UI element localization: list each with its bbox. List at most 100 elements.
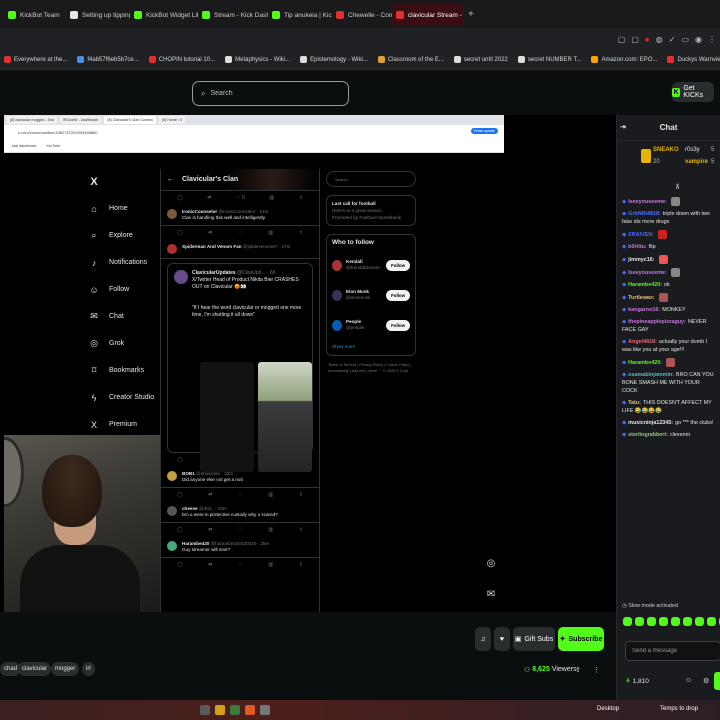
chat-username[interactable]: jimmyc16:	[628, 257, 654, 263]
emote[interactable]	[623, 617, 632, 626]
search-icon: ⌕	[91, 230, 97, 240]
chat-username[interactable]: musicninja12345:	[628, 420, 673, 426]
subscribe-button[interactable]: ✦ Subscribe	[558, 627, 604, 651]
tweet-handle: @dmt_ · 23m	[198, 506, 227, 511]
extension-icon[interactable]: ✓	[669, 35, 676, 44]
taskbar-app-icon[interactable]	[245, 705, 255, 715]
avatar	[332, 259, 342, 271]
browser-tab[interactable]: Tip anukeia | KickBot	[268, 4, 332, 26]
chat-username[interactable]: kangaroo16:	[628, 307, 660, 313]
bookmark-favicon-icon	[225, 56, 233, 63]
tweet-text: bro u were in protective custody why u s…	[182, 512, 278, 517]
stream-tag[interactable]: mogger	[51, 662, 80, 676]
chat-username[interactable]: thepineapplepizzaguy:	[628, 319, 686, 325]
emote[interactable]	[707, 617, 716, 626]
extension-icon[interactable]: ●	[645, 35, 650, 44]
stream-player[interactable]: (8) clavicular mogged - Sea IRCbotW - Das…	[0, 115, 616, 612]
tweet-actions: ◯⇄♡▥⇧	[177, 562, 303, 568]
bookmark-item[interactable]: Classroom of the E...	[377, 56, 444, 63]
bookmark-item[interactable]: Duckys Warnvie...	[667, 56, 720, 63]
extension-icon[interactable]: ▭	[681, 35, 689, 44]
search-box[interactable]: ⌕	[192, 81, 349, 106]
bookmark-item[interactable]: Epistemology - Wiki...	[300, 56, 368, 63]
badge-icon: ◆	[622, 282, 627, 288]
gifter-name[interactable]: SNEAKO	[653, 147, 679, 153]
x-logo: X	[90, 176, 98, 188]
emote[interactable]	[671, 617, 680, 626]
chat-username[interactable]: Iseeyouseeme:	[628, 270, 667, 276]
extension-icon[interactable]: ▢	[618, 35, 626, 44]
browser-tab[interactable]: clavicular Stream - Y	[392, 4, 464, 26]
chat-username[interactable]: Turtlewax:	[628, 295, 655, 301]
browser-tab[interactable]: KickBot Team	[4, 4, 66, 26]
chat-username[interactable]: GrbNRi4818:	[628, 211, 661, 217]
bookmark-item[interactable]: CHOPIN tutorial 10...	[148, 56, 215, 63]
emote[interactable]	[647, 617, 656, 626]
gifter-name[interactable]: vampire	[685, 159, 708, 165]
emote[interactable]	[659, 617, 668, 626]
chat-username[interactable]: Harambe420:	[628, 282, 662, 288]
gift-subs-button[interactable]: ▣ Gift Subs	[513, 627, 555, 651]
new-tab-icon[interactable]: +	[468, 9, 474, 20]
chat-username[interactable]: sterlingrabbert:	[628, 432, 668, 438]
follow-heart-button[interactable]: ♥	[494, 627, 510, 651]
x-nav-item: X Premium	[88, 411, 158, 438]
taskbar-app-icon[interactable]	[260, 705, 270, 715]
bookmark-favicon-icon	[148, 56, 156, 63]
notifications-button[interactable]: ♫	[475, 627, 491, 651]
chat-input[interactable]	[632, 642, 720, 660]
browser-tab[interactable]: Setting up tipping | KickB	[66, 4, 130, 26]
bookmark-favicon-icon	[517, 56, 525, 63]
x-nav-item: ☺ Follow	[88, 276, 158, 303]
extension-icon[interactable]: ◍	[656, 35, 663, 44]
get-kicks-button[interactable]: K Get KICKs	[672, 82, 714, 102]
browser-tab[interactable]: Stream - Kick Dashboard	[198, 4, 268, 26]
chat-username[interactable]: osamabinjammin:	[628, 372, 674, 378]
suggestion-name: Elon Musk	[346, 289, 369, 294]
stream-tag[interactable]: clavicular	[18, 662, 52, 676]
share-icon[interactable]: ⇪	[575, 666, 581, 674]
tab-favicon-icon	[272, 11, 280, 19]
emote-picker-icon[interactable]: ☺	[685, 677, 692, 684]
grok-icon: ◎	[90, 338, 98, 348]
bookmark-item[interactable]: Metaphysics - Wiki...	[225, 56, 290, 63]
settings-icon[interactable]: ⚙	[703, 677, 709, 685]
emote[interactable]	[635, 617, 644, 626]
profile-icon[interactable]: ◉	[695, 35, 702, 44]
taskbar-app-icon[interactable]	[200, 705, 210, 715]
chat-send-button[interactable]	[714, 672, 720, 690]
chat-message: ◆ Turtlewax:	[617, 291, 720, 304]
desktop-label[interactable]: Desktop	[597, 706, 619, 712]
bookmark-item[interactable]: Everywhere at the...	[4, 56, 67, 63]
extension-icon[interactable]: ▢	[631, 35, 639, 44]
chat-username[interactable]: Tatu:	[628, 400, 641, 406]
chat-username[interactable]: b0rtitu:	[628, 244, 647, 250]
chat-username[interactable]: XRAIVEN:	[628, 232, 654, 238]
chat-input-box[interactable]	[625, 641, 720, 661]
stream-tag[interactable]: irl	[82, 662, 95, 676]
emote[interactable]	[683, 617, 692, 626]
taskbar-app-icon[interactable]	[230, 705, 240, 715]
quoted-tweet: ClavicularUpdates @ClavUpd... · 6h X/Twi…	[167, 263, 313, 472]
kick-logo-icon: K	[672, 87, 681, 97]
browser-tab[interactable]: Chewelle - Comfortable L	[332, 4, 392, 26]
x-nav-label: Grok	[109, 340, 125, 347]
gifter-name[interactable]: r0s3y	[685, 147, 700, 153]
promo-title: Last call for football	[332, 201, 376, 206]
emote[interactable]	[695, 617, 704, 626]
bookmark-item[interactable]: secret NUMBER T...	[517, 56, 581, 63]
chat-username[interactable]: Iseeyouseeme:	[628, 199, 667, 205]
bookmark-item[interactable]: Amazon.com: EPO...	[591, 56, 657, 63]
more-icon[interactable]: ⋮	[593, 666, 600, 674]
bookmark-item[interactable]: secret until 2022	[453, 56, 508, 63]
channel-points[interactable]: ⚘ 1,810	[625, 677, 649, 685]
folder-icon[interactable]	[215, 705, 225, 715]
chat-username[interactable]: Angel4818:	[628, 339, 657, 345]
menu-icon[interactable]: ⋮	[708, 35, 716, 44]
chat-username[interactable]: Harambe420:	[628, 360, 662, 366]
pinned-icon[interactable]: ⊼	[675, 183, 680, 191]
browser-tab[interactable]: KickBot Widget Library	[130, 4, 198, 26]
search-input[interactable]	[210, 90, 341, 97]
collapse-chat-icon[interactable]: ⇥	[620, 123, 626, 131]
bookmark-item[interactable]: f4ab57f6eb5b7ce...	[77, 56, 139, 63]
